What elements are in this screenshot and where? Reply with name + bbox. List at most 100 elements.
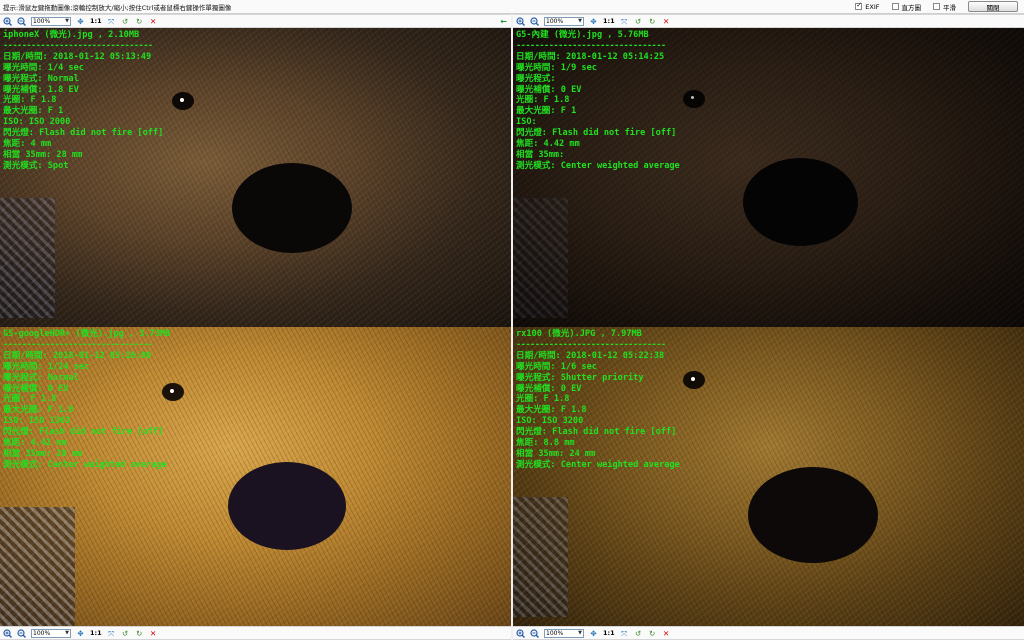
exif-line: 日期/時間: 2018-01-12 05:16:00 [3, 350, 152, 361]
chevron-down-icon: ▼ [65, 630, 69, 636]
rotate-left-icon[interactable]: ↺ [634, 17, 643, 26]
zoom-out-icon[interactable] [17, 628, 26, 638]
exif-line: 焦距: 8.8 mm [516, 438, 575, 449]
exif-info: iphoneX (微光).jpg , 2.10MB ---------------… [3, 30, 163, 172]
exif-line: 測光模式: Center weighted average [516, 160, 680, 171]
actual-size-button[interactable]: 1:1 [603, 629, 615, 637]
fit-icon[interactable]: ⤧ [107, 17, 116, 26]
image-pane-g5-googlehdr: 100% ▼ ✥ 1:1 ⤧ ↺ ↻ ✕ G5-googleHDR+ (微光).j… [0, 327, 511, 640]
pan-icon[interactable]: ✥ [589, 629, 598, 638]
rotate-right-icon[interactable]: ↻ [135, 17, 144, 26]
pane-toolbar: 100% ▼ ✥ 1:1 ⤧ ↺ ↻ ✕ [0, 626, 511, 640]
top-bar: 提示:滑鼠左鍵拖動圖像;滾輪控制放大/縮小;按住Ctrl或者鼠標右鍵操作單獨圖像… [0, 0, 1024, 14]
actual-size-button[interactable]: 1:1 [90, 17, 102, 25]
chevron-down-icon: ▼ [65, 18, 69, 24]
chevron-down-icon: ▼ [578, 18, 582, 24]
exif-line: 日期/時間: 2018-01-12 05:14:25 [516, 51, 665, 62]
rotate-right-icon[interactable]: ↻ [648, 629, 657, 638]
zoom-out-icon[interactable] [530, 16, 539, 26]
exif-line: ISO: [516, 117, 537, 128]
exif-separator: -------------------------------- [516, 40, 666, 51]
exif-line: 日期/時間: 2018-01-12 05:13:49 [3, 51, 152, 62]
exif-line: 光圈: F 1.8 [3, 95, 57, 106]
zoom-value: 100% [33, 629, 51, 637]
exif-line: 焦距: 4.42 mm [3, 438, 67, 449]
cloth-pattern [513, 198, 568, 318]
fit-icon[interactable]: ⤧ [107, 629, 116, 638]
pan-icon[interactable]: ✥ [76, 629, 85, 638]
zoom-select[interactable]: 100% ▼ [544, 628, 584, 638]
rotate-left-icon[interactable]: ↺ [121, 17, 130, 26]
option-histogram[interactable]: 直方圖 [891, 2, 922, 12]
image-pane-iphonex: 100% ▼ ✥ 1:1 ⤧ ↺ ↻ ✕ ← iphoneX (微光).jpg ,… [0, 14, 511, 327]
exif-line: 日期/時間: 2018-01-12 05:22:38 [516, 350, 665, 361]
exif-separator: -------------------------------- [3, 40, 153, 51]
image-pane-rx100: 100% ▼ ✥ 1:1 ⤧ ↺ ↻ ✕ rx100 (微光).JPG , 7.9… [513, 327, 1024, 640]
rotate-right-icon[interactable]: ↻ [648, 17, 657, 26]
option-label: 直方圖 [901, 3, 922, 12]
exif-line: 閃光燈: Flash did not fire [off] [3, 427, 164, 438]
exif-title: G5-內建 (微光).jpg , 5.76MB [516, 30, 649, 40]
exif-line: 曝光補償: 0 EV [516, 383, 582, 394]
pane-toolbar: 100% ▼ ✥ 1:1 ⤧ ↺ ↻ ✕ [513, 626, 1024, 640]
exif-line: 最大光圈: F 1 [516, 106, 577, 117]
exif-line: 曝光程式: Normal [3, 372, 79, 383]
option-exif[interactable]: EXIF [855, 1, 880, 11]
exif-line: 曝光時間: 1/6 sec [516, 361, 597, 372]
fit-icon[interactable]: ⤧ [620, 17, 629, 26]
close-button[interactable]: 關閉 [968, 1, 1018, 12]
close-icon[interactable]: ✕ [149, 629, 158, 638]
image-pane-g5-builtin: 100% ▼ ✥ 1:1 ⤧ ↺ ↻ ✕ G5-內建 (微光).jpg , 5.7… [513, 14, 1024, 327]
close-icon[interactable]: ✕ [662, 17, 671, 26]
photo-view[interactable]: iphoneX (微光).jpg , 2.10MB ---------------… [0, 28, 511, 327]
exif-line: 曝光程式: Shutter priority [516, 372, 644, 383]
exif-line: 曝光補償: 0 EV [3, 383, 69, 394]
bear-eye [683, 371, 705, 389]
bear-eye [683, 90, 705, 108]
photo-view[interactable]: G5-googleHDR+ (微光).jpg , 3.73MB ---------… [0, 327, 511, 626]
zoom-value: 100% [546, 629, 564, 637]
rotate-left-icon[interactable]: ↺ [121, 629, 130, 638]
exif-line: 最大光圈: F 1 [3, 106, 64, 117]
exif-line: 閃光燈: Flash did not fire [off] [516, 427, 677, 438]
actual-size-button[interactable]: 1:1 [90, 629, 102, 637]
pan-icon[interactable]: ✥ [589, 17, 598, 26]
zoom-in-icon[interactable] [3, 628, 12, 638]
histogram-checkbox[interactable] [891, 3, 899, 10]
zoom-in-icon[interactable] [3, 16, 12, 26]
exif-line: 曝光程式: [516, 73, 556, 84]
photo-view[interactable]: G5-內建 (微光).jpg , 5.76MB -----------------… [513, 28, 1024, 327]
bear-nose [748, 467, 878, 563]
zoom-select[interactable]: 100% ▼ [544, 16, 584, 26]
close-icon[interactable]: ✕ [149, 17, 158, 26]
zoom-in-icon[interactable] [516, 628, 525, 638]
cloth-pattern [0, 198, 55, 318]
zoom-value: 100% [33, 17, 51, 25]
exif-info: G5-googleHDR+ (微光).jpg , 3.73MB ---------… [3, 329, 170, 471]
exif-title: iphoneX (微光).jpg , 2.10MB [3, 30, 140, 40]
arrow-left-icon[interactable]: ← [500, 17, 507, 26]
pane-toolbar: 100% ▼ ✥ 1:1 ⤧ ↺ ↻ ✕ [513, 14, 1024, 28]
exif-line: 光圈: F 1.8 [516, 394, 570, 405]
zoom-select[interactable]: 100% ▼ [31, 16, 71, 26]
close-icon[interactable]: ✕ [662, 629, 671, 638]
zoom-out-icon[interactable] [530, 628, 539, 638]
rotate-right-icon[interactable]: ↻ [135, 629, 144, 638]
rotate-left-icon[interactable]: ↺ [634, 629, 643, 638]
smooth-checkbox[interactable] [933, 3, 940, 10]
zoom-out-icon[interactable] [17, 16, 26, 26]
option-smooth[interactable]: 平滑 [933, 2, 956, 12]
actual-size-button[interactable]: 1:1 [603, 17, 615, 25]
fit-icon[interactable]: ⤧ [620, 629, 629, 638]
zoom-in-icon[interactable] [516, 16, 525, 26]
exif-line: 焦距: 4 mm [3, 139, 52, 150]
photo-view[interactable]: rx100 (微光).JPG , 7.97MB -----------------… [513, 327, 1024, 626]
bear-nose [228, 462, 346, 550]
zoom-select[interactable]: 100% ▼ [31, 628, 71, 638]
bear-nose [743, 158, 858, 246]
bear-eye [172, 92, 194, 110]
exif-checkbox[interactable] [855, 1, 863, 10]
cloth-pattern [513, 497, 568, 617]
exif-info: G5-內建 (微光).jpg , 5.76MB -----------------… [516, 30, 680, 172]
pan-icon[interactable]: ✥ [76, 17, 85, 26]
